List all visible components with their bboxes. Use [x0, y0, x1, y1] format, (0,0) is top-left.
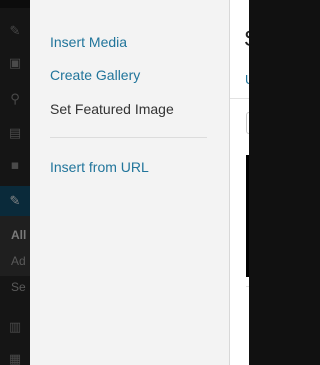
screen: ✎ ▣ ⚲ ▤ ▪ ✎ All Ad Se ▥ ▦ Insert Media C… — [0, 0, 249, 365]
pin-icon[interactable]: ✎ — [0, 186, 30, 216]
admin-bar — [0, 0, 30, 8]
plugins-icon[interactable]: ▦ — [0, 344, 30, 365]
submenu-item-settings[interactable]: Se — [11, 280, 26, 294]
menu-item-set-featured-image[interactable]: Set Featured Image — [50, 100, 174, 118]
menu-item-insert-from-url[interactable]: Insert from URL — [50, 158, 149, 176]
menu-separator — [50, 137, 207, 138]
frame-title: S — [244, 26, 249, 52]
admin-sidebar: ✎ ▣ ⚲ ▤ ▪ ✎ All Ad Se ▥ ▦ — [0, 0, 30, 365]
frame-tab[interactable]: U — [245, 72, 249, 87]
menu-item-insert-media[interactable]: Insert Media — [50, 33, 127, 51]
media-frame-content: S U — [230, 0, 249, 365]
menu-item-create-gallery[interactable]: Create Gallery — [50, 66, 140, 84]
attachment-preview[interactable] — [246, 155, 249, 277]
tab-divider — [230, 98, 249, 99]
media-icon[interactable]: ▣ — [0, 48, 30, 78]
content-divider — [246, 286, 249, 287]
pages-icon[interactable]: ▤ — [0, 118, 30, 148]
submenu-item-add[interactable]: Ad — [11, 254, 26, 268]
submenu-item-all[interactable]: All — [11, 228, 26, 242]
search-input[interactable] — [246, 112, 249, 134]
pin-icon[interactable]: ✎ — [0, 16, 30, 46]
appearance-icon[interactable]: ▥ — [0, 312, 30, 342]
link-icon[interactable]: ⚲ — [0, 84, 30, 114]
media-router-menu: Insert Media Create Gallery Set Featured… — [30, 0, 230, 365]
comments-icon[interactable]: ▪ — [0, 150, 30, 180]
